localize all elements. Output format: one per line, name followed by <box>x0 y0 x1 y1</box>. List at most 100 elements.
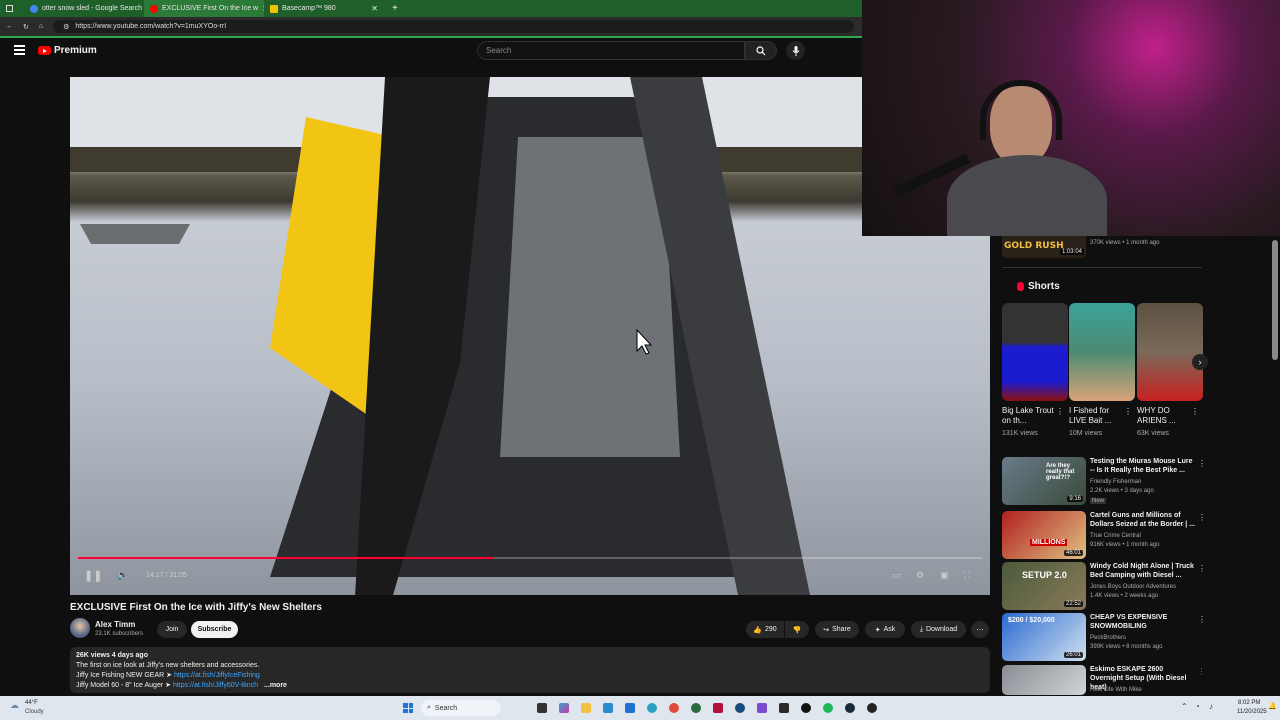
thumbs-down-icon: 👎 <box>792 626 802 634</box>
short-title-2[interactable]: I Fished for LIVE Bait ... <box>1069 406 1121 426</box>
video-progress-bar[interactable] <box>78 557 982 559</box>
search-input[interactable]: Search <box>477 41 745 60</box>
app-icon[interactable] <box>713 703 723 713</box>
back-icon[interactable]: ← <box>6 23 13 30</box>
recommended-thumb-partial[interactable]: GOLD RUSH 1:03:04 <box>1002 236 1086 258</box>
start-button[interactable] <box>403 703 413 713</box>
steam-icon[interactable] <box>845 703 855 713</box>
tab-exclusive-video[interactable]: EXCLUSIVE First On the Ice w ✕ <box>144 0 264 17</box>
progress-fill <box>78 557 494 559</box>
short-thumb-3[interactable] <box>1137 303 1203 401</box>
url-field[interactable]: ⚙ https://www.youtube.com/watch?v=1muXYO… <box>53 20 854 33</box>
taskview-icon[interactable] <box>537 703 547 713</box>
more-icon[interactable]: ⋮ <box>1198 615 1206 624</box>
more-icon[interactable]: ⋮ <box>1198 667 1202 676</box>
spotify-icon[interactable] <box>823 703 833 713</box>
taskbar-search[interactable]: ⌕ Search <box>421 700 501 716</box>
weather-icon[interactable]: ☁ <box>10 700 19 711</box>
chrome-icon[interactable] <box>669 703 679 713</box>
description-link[interactable]: https://at.fish/Jiffy60V-8inch <box>173 682 258 689</box>
voice-search-button[interactable] <box>786 41 805 60</box>
app-icon[interactable] <box>757 703 767 713</box>
app-icon[interactable] <box>779 703 789 713</box>
search-button[interactable] <box>745 41 777 60</box>
captions-icon[interactable]: ▭ <box>892 570 901 581</box>
recommended-item[interactable]: $200 / $20,000 26:01 CHEAP VS EXPENSIVE … <box>1002 613 1206 661</box>
channel-name: True Crime Central <box>1090 533 1141 539</box>
short-thumb-2[interactable] <box>1069 303 1135 401</box>
tray-arrow-icon[interactable]: ⌃ <box>1181 702 1188 711</box>
pause-icon[interactable]: ❚❚ <box>84 569 102 582</box>
fullscreen-icon[interactable]: ⛶ <box>964 570 970 581</box>
clock-date[interactable]: 11/20/2025 <box>1237 709 1267 715</box>
recommended-item[interactable]: SETUP 2.0 22:52 Windy Cold Night Alone |… <box>1002 562 1206 610</box>
sled <box>80 224 190 244</box>
volume-icon[interactable]: 🔈 <box>117 570 128 581</box>
tab-google-search[interactable] <box>0 0 24 17</box>
short-title-3[interactable]: WHY DO ARIENS ... <box>1137 406 1189 426</box>
copilot-icon[interactable] <box>559 703 569 713</box>
store-icon[interactable] <box>603 703 613 713</box>
description-link[interactable]: https://at.fish/JiffyIceFishing <box>174 672 260 679</box>
edge-icon[interactable] <box>647 703 657 713</box>
ask-button[interactable]: ✦ Ask <box>865 621 905 638</box>
more-link[interactable]: ...more <box>264 682 287 689</box>
recommended-item[interactable]: MILLIONS 46:01 Cartel Guns and Millions … <box>1002 511 1206 559</box>
scrollbar-thumb[interactable] <box>1272 240 1278 360</box>
short-title-1[interactable]: Big Lake Trout on th... <box>1002 406 1054 426</box>
mail-icon[interactable] <box>625 703 635 713</box>
tab-list-icon[interactable] <box>6 5 13 12</box>
channel-name: Jones Boys Outdoor Adventures <box>1090 584 1177 590</box>
file-explorer-icon[interactable] <box>581 703 591 713</box>
video-meta: 26K views 4 days ago <box>76 652 148 659</box>
more-actions-button[interactable]: ⋯ <box>971 621 989 638</box>
notification-icon[interactable]: 🔔 <box>1268 702 1277 710</box>
download-button[interactable]: ⤓ Download <box>911 621 966 638</box>
join-button[interactable]: Join <box>157 621 187 638</box>
recommended-item[interactable]: Are they really that great?!? 9:16 Testi… <box>1002 457 1206 505</box>
dislike-button[interactable]: 👎 <box>785 621 809 638</box>
download-label: Download <box>925 626 958 633</box>
short-more-icon[interactable]: ⋮ <box>1191 407 1199 416</box>
taskbar-search-label: Search <box>434 704 458 712</box>
new-tab-icon[interactable]: + <box>392 3 398 14</box>
short-more-icon[interactable]: ⋮ <box>1124 407 1132 416</box>
app-icon[interactable] <box>867 703 877 713</box>
shorts-next-button[interactable]: › <box>1192 354 1208 370</box>
wifi-icon[interactable]: ◔ <box>1195 702 1200 711</box>
thumb-text: MILLIONS <box>1030 539 1068 546</box>
youtube-logo[interactable]: Premium <box>38 45 97 56</box>
video-player[interactable] <box>70 77 990 595</box>
clock-time[interactable]: 8:02 PM <box>1238 700 1260 706</box>
speaker-icon[interactable]: ♪ <box>1209 702 1213 711</box>
more-icon[interactable]: ⋮ <box>1198 564 1206 573</box>
home-icon[interactable]: ⌂ <box>39 23 43 30</box>
app-icon[interactable] <box>735 703 745 713</box>
site-info-icon[interactable]: ⚙ <box>63 23 69 31</box>
youtube-icon <box>150 4 158 13</box>
more-icon[interactable]: ⋮ <box>1198 513 1206 522</box>
description-box[interactable]: 26K views 4 days ago The first on ice lo… <box>70 647 990 693</box>
ask-label: Ask <box>883 626 896 633</box>
channel-name[interactable]: Alex Timm <box>95 620 135 629</box>
short-thumb-1[interactable] <box>1002 303 1068 401</box>
video-title: Testing the Miuras Mouse Lure -- Is It R… <box>1090 458 1193 474</box>
app-icon[interactable] <box>801 703 811 713</box>
menu-icon[interactable] <box>14 45 25 57</box>
tab-otter-snow-sled[interactable]: otter snow sled - Google Search ✕ <box>24 0 144 17</box>
short-more-icon[interactable]: ⋮ <box>1056 407 1064 416</box>
tab-basecamp[interactable]: Basecamp™ 980 ✕ <box>264 0 384 17</box>
reload-icon[interactable]: ↻ <box>23 23 29 31</box>
subscribe-button[interactable]: Subscribe <box>191 621 238 638</box>
close-icon[interactable]: ✕ <box>371 4 378 13</box>
app-icon[interactable] <box>691 703 701 713</box>
site-icon <box>270 4 278 13</box>
more-icon[interactable]: ⋮ <box>1198 459 1206 468</box>
channel-avatar[interactable] <box>70 618 90 638</box>
miniplayer-icon[interactable]: ▣ <box>940 570 949 581</box>
microphone-icon <box>792 45 799 56</box>
recommended-item[interactable]: Eskimo ESKAPE 2600 Overnight Setup (With… <box>1002 665 1202 695</box>
like-button[interactable]: 👍 290 <box>746 621 784 638</box>
settings-icon[interactable]: ⚙ <box>916 570 924 581</box>
share-button[interactable]: ↪ Share <box>815 621 859 638</box>
